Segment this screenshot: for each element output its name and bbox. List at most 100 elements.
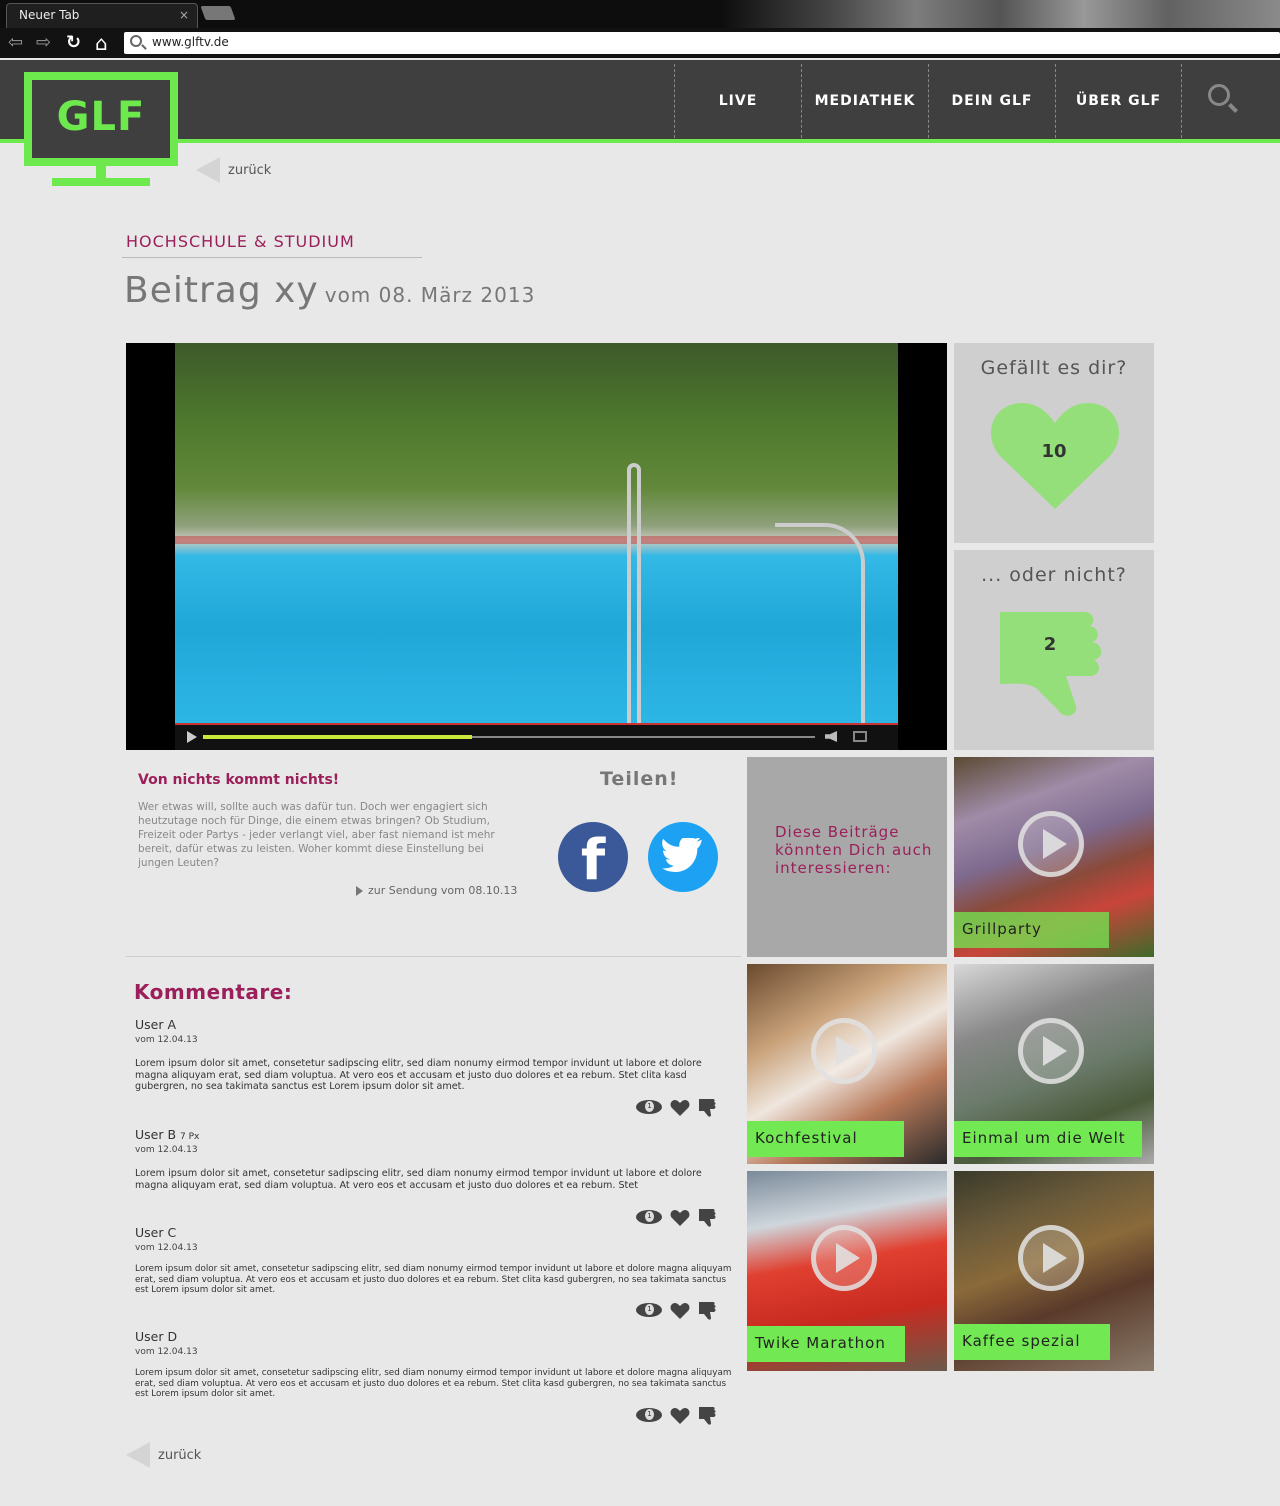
progress-fill (203, 735, 473, 739)
home-icon[interactable]: ⌂ (95, 33, 108, 53)
video-tile-twike-marathon[interactable]: Twike Marathon (747, 1171, 947, 1371)
nav-label: ÜBER GLF (1075, 93, 1162, 109)
video-tile-grillparty[interactable]: Grillparty (954, 757, 1154, 957)
like-heart-icon[interactable] (670, 1302, 690, 1320)
comment-date: vom 12.04.13 (135, 1243, 198, 1253)
volume-icon[interactable] (825, 731, 837, 742)
comment-text: Lorem ipsum dolor sit amet, consetetur s… (135, 1168, 702, 1191)
views-eye-icon: 1 (636, 1100, 662, 1114)
video-tile-kochfestival[interactable]: Kochfestival (747, 964, 947, 1164)
dislike-panel: ... oder nicht? 2 (954, 550, 1154, 750)
view-count: 1 (645, 1304, 654, 1315)
back-label: zurück (228, 162, 272, 178)
recommendation-intro-box: Diese Beiträge könnten Dich auch interes… (747, 757, 947, 957)
views-eye-icon: 1 (636, 1408, 662, 1422)
new-tab-button[interactable] (200, 6, 236, 20)
comment-text: Lorem ipsum dolor sit amet, consetetur s… (135, 1264, 732, 1295)
broadcast-link-label: zur Sendung vom 08.10.13 (368, 884, 518, 897)
comment-text: Lorem ipsum dolor sit amet, consetetur s… (135, 1368, 732, 1399)
browser-tab[interactable]: Neuer Tab × (6, 3, 198, 28)
view-count: 1 (645, 1101, 654, 1112)
like-heart-icon[interactable] (670, 1407, 690, 1425)
forward-arrow-icon[interactable]: ⇨ (36, 33, 51, 53)
play-button-icon[interactable] (1018, 1225, 1084, 1291)
tile-label: Kochfestival (747, 1121, 904, 1157)
share-title: Teilen! (600, 768, 679, 790)
buffer-line (175, 723, 898, 725)
facebook-icon[interactable]: f (558, 822, 628, 893)
play-icon[interactable] (187, 731, 197, 743)
comment-user-name: User A (135, 1017, 177, 1032)
nav-item-dein-glf[interactable]: DEIN GLF (928, 64, 1055, 138)
play-button-icon[interactable] (811, 1018, 877, 1084)
tab-close-icon[interactable]: × (179, 8, 189, 22)
dislike-question: ... oder nicht? (981, 564, 1127, 586)
title-text: Beitrag xy (124, 270, 319, 311)
thumbs-down-icon[interactable] (996, 610, 1112, 720)
dislike-thumb-icon[interactable] (698, 1406, 718, 1426)
comment-user: User D (135, 1329, 177, 1344)
comment-actions: 1 (636, 1206, 722, 1228)
browser-toolbar: ⇦ ⇨ ↻ ⌂ www.glftv.de (0, 28, 1280, 58)
logo-text: GLF (56, 94, 146, 140)
video-player[interactable] (126, 343, 947, 750)
comment-user-note: 7 Px (180, 1132, 200, 1142)
logo-base (52, 178, 150, 186)
url-text: www.glftv.de (152, 35, 229, 49)
site-search-icon[interactable] (1208, 84, 1230, 106)
play-button-icon[interactable] (811, 1225, 877, 1291)
video-tile-kaffee-spezial[interactable]: Kaffee spezial (954, 1171, 1154, 1371)
video-tile-einmal-um-die-welt[interactable]: Einmal um die Welt (954, 964, 1154, 1164)
article-date: vom 08. März 2013 (324, 283, 536, 307)
dislike-thumb-icon[interactable] (698, 1098, 718, 1118)
comment-user: User C (135, 1225, 176, 1240)
comment-actions: 1 (636, 1299, 722, 1321)
like-heart-icon[interactable] (670, 1099, 690, 1117)
tile-label: Kaffee spezial (954, 1324, 1110, 1360)
nav-item-live[interactable]: LIVE (674, 64, 801, 138)
address-bar[interactable]: www.glftv.de (124, 32, 1280, 54)
back-arrow-icon[interactable]: ⇦ (8, 33, 23, 53)
view-count: 1 (645, 1409, 654, 1420)
reload-icon[interactable]: ↻ (66, 33, 81, 53)
back-triangle-icon (126, 1442, 150, 1468)
search-icon (130, 35, 142, 47)
logo-stand (96, 164, 106, 178)
broadcast-link[interactable]: zur Sendung vom 08.10.13 (356, 884, 517, 897)
video-frame[interactable] (175, 343, 898, 723)
comment-actions: 1 (636, 1404, 722, 1426)
twitter-bird-icon (662, 838, 702, 873)
fullscreen-icon[interactable] (853, 731, 867, 742)
back-link-top[interactable]: zurück (196, 157, 271, 183)
tile-label: Grillparty (954, 912, 1109, 948)
comment-date: vom 12.04.13 (135, 1347, 198, 1357)
tab-bar-background (720, 0, 1280, 28)
comment-user: User A (135, 1017, 176, 1032)
play-button-icon[interactable] (1018, 1018, 1084, 1084)
site-logo[interactable]: GLF (24, 72, 178, 166)
category-label[interactable]: HOCHSCHULE & STUDIUM (126, 232, 355, 251)
comment-user-name: User B (135, 1127, 177, 1142)
description-title: Von nichts kommt nichts! (138, 772, 340, 788)
like-heart-icon[interactable] (670, 1209, 690, 1227)
tile-label: Einmal um die Welt (954, 1121, 1142, 1157)
nav-item-mediathek[interactable]: MEDIATHEK (801, 64, 928, 138)
comment-date: vom 12.04.13 (135, 1145, 198, 1155)
view-count: 1 (645, 1211, 654, 1222)
section-divider (126, 956, 741, 957)
pool-ladder (627, 463, 641, 723)
like-panel: Gefällt es dir? 10 (954, 343, 1154, 543)
nav-item-ueber-glf[interactable]: ÜBER GLF (1055, 64, 1182, 138)
dislike-thumb-icon[interactable] (698, 1301, 718, 1321)
comment-user-name: User D (135, 1329, 178, 1344)
browser-tab-bar: Neuer Tab × (0, 0, 1280, 28)
description-text: Wer etwas will, sollte auch was dafür tu… (138, 801, 495, 869)
nav-label: DEIN GLF (951, 93, 1033, 109)
back-link-bottom[interactable]: zurück (126, 1442, 201, 1468)
progress-track[interactable] (203, 735, 815, 739)
comment-text: Lorem ipsum dolor sit amet, consetetur s… (135, 1058, 702, 1092)
dislike-thumb-icon[interactable] (698, 1208, 718, 1228)
twitter-icon[interactable] (648, 822, 718, 892)
play-button-icon[interactable] (1018, 811, 1084, 877)
nav-label: LIVE (718, 93, 758, 109)
